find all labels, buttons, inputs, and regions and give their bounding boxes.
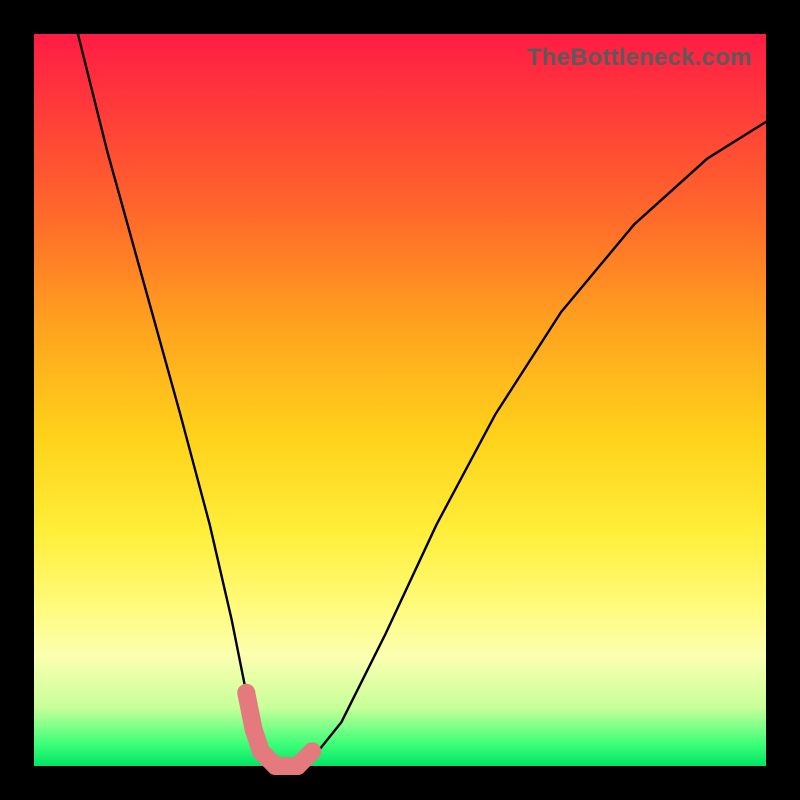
highlight-marker bbox=[237, 684, 255, 702]
plot-area: TheBottleneck.com bbox=[34, 34, 766, 766]
bottleneck-curve bbox=[78, 34, 766, 766]
highlight-markers bbox=[237, 684, 321, 775]
chart-svg bbox=[34, 34, 766, 766]
highlight-marker bbox=[245, 720, 263, 738]
chart-frame: TheBottleneck.com bbox=[0, 0, 800, 800]
highlight-marker bbox=[303, 742, 321, 760]
